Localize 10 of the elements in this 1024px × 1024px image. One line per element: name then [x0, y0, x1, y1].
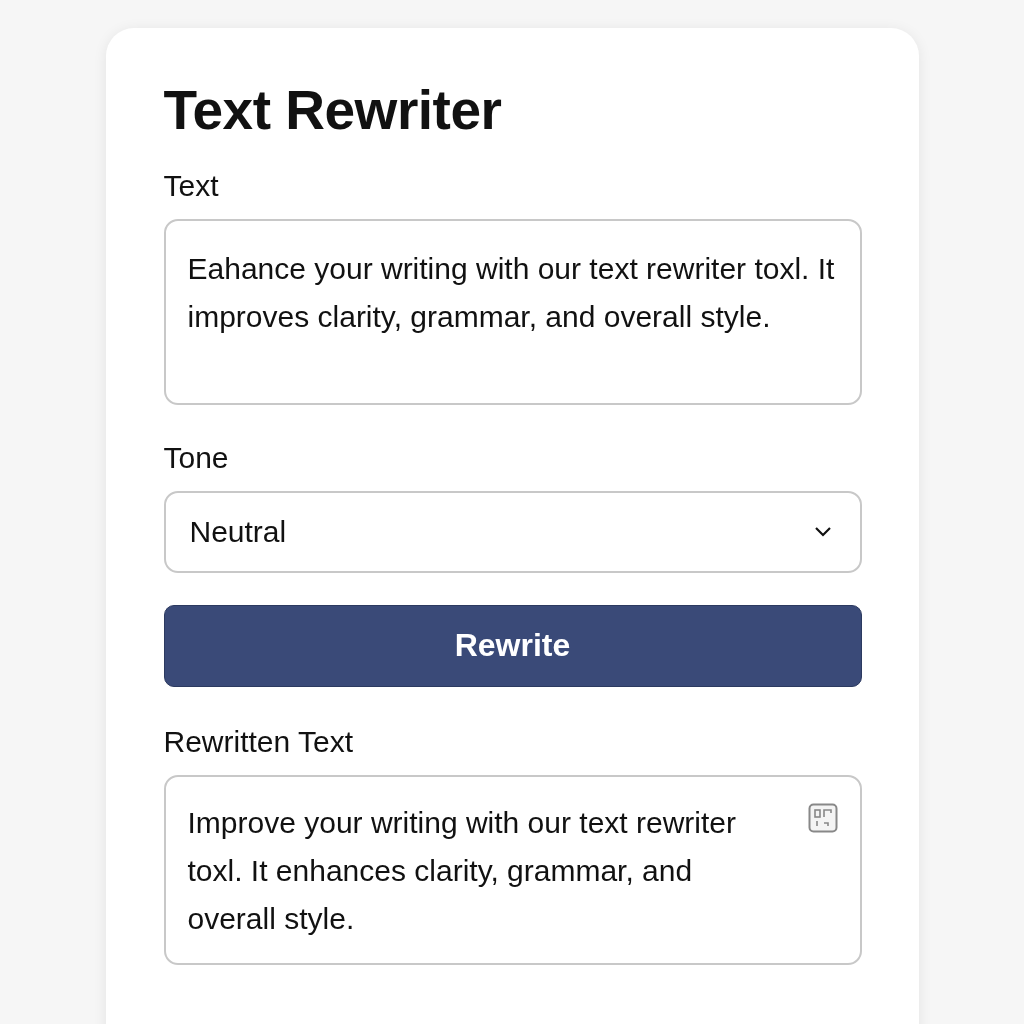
page-title: Text Rewriter: [163, 80, 503, 141]
field-label: Tone: [163, 442, 230, 473]
rewritten-text: Improve your writing with our text rewriter toxl. It enhances clarity, grammar, and overall style.: [187, 804, 737, 937]
field-label: Rewritten Text: [163, 726, 355, 757]
copy-icon[interactable]: [807, 802, 838, 833]
rewrite-button[interactable]: Rewrite: [163, 604, 862, 687]
text-input-field[interactable]: Eahance your writing with our text rewriter toxl. It improves clarity, grammar, and overall style.: [163, 218, 862, 405]
tone-dropdown[interactable]: Neutral: [163, 490, 862, 573]
chevron-down-icon: [813, 526, 832, 537]
field-label: Text: [163, 170, 220, 201]
